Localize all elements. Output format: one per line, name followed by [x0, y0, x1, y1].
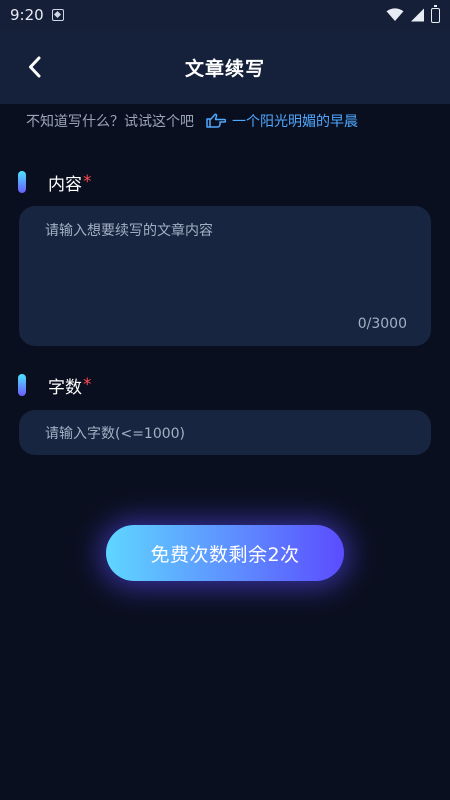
word-count-input[interactable]: 请输入字数(<=1000)	[19, 410, 431, 455]
content-label-text: 内容	[48, 174, 82, 195]
content-placeholder: 请输入想要续写的文章内容	[45, 223, 213, 239]
word-count-label-text: 字数	[48, 377, 82, 398]
status-bar: 9:20	[0, 0, 450, 30]
label-accent-bar	[18, 171, 26, 193]
hint-text: 不知道写什么？试试这个吧	[26, 114, 194, 130]
back-button[interactable]	[16, 48, 54, 86]
content-label: 内容 *	[18, 170, 92, 195]
required-mark: *	[83, 375, 92, 395]
battery-icon	[431, 4, 440, 23]
content-textarea[interactable]: 请输入想要续写的文章内容 0/3000	[19, 206, 431, 346]
submit-button[interactable]: 免费次数剩余2次	[106, 525, 344, 581]
suggestion-link[interactable]: 一个阳光明媚的早晨	[206, 111, 358, 131]
screen: 9:20 文章续写 不知道写什么？试试这个吧 一个阳光明媚的早晨 内容 * 请输…	[0, 0, 450, 800]
suggestion-text: 一个阳光明媚的早晨	[232, 114, 358, 130]
wifi-icon	[386, 8, 404, 21]
hint-row: 不知道写什么？试试这个吧 一个阳光明媚的早晨	[26, 110, 358, 132]
char-counter: 0/3000	[357, 316, 407, 332]
required-mark: *	[83, 172, 92, 192]
status-icons	[386, 4, 440, 23]
pointing-hand-icon	[206, 113, 226, 128]
top-app-bar: 文章续写	[0, 30, 450, 104]
back-arrow-icon	[29, 56, 41, 78]
word-count-placeholder: 请输入字数(<=1000)	[45, 425, 186, 442]
signal-icon	[411, 8, 424, 22]
notification-icon	[51, 9, 64, 21]
label-accent-bar	[18, 374, 26, 396]
status-time: 9:20	[10, 6, 44, 24]
page-title: 文章续写	[184, 57, 265, 80]
word-count-label: 字数 *	[18, 373, 92, 398]
